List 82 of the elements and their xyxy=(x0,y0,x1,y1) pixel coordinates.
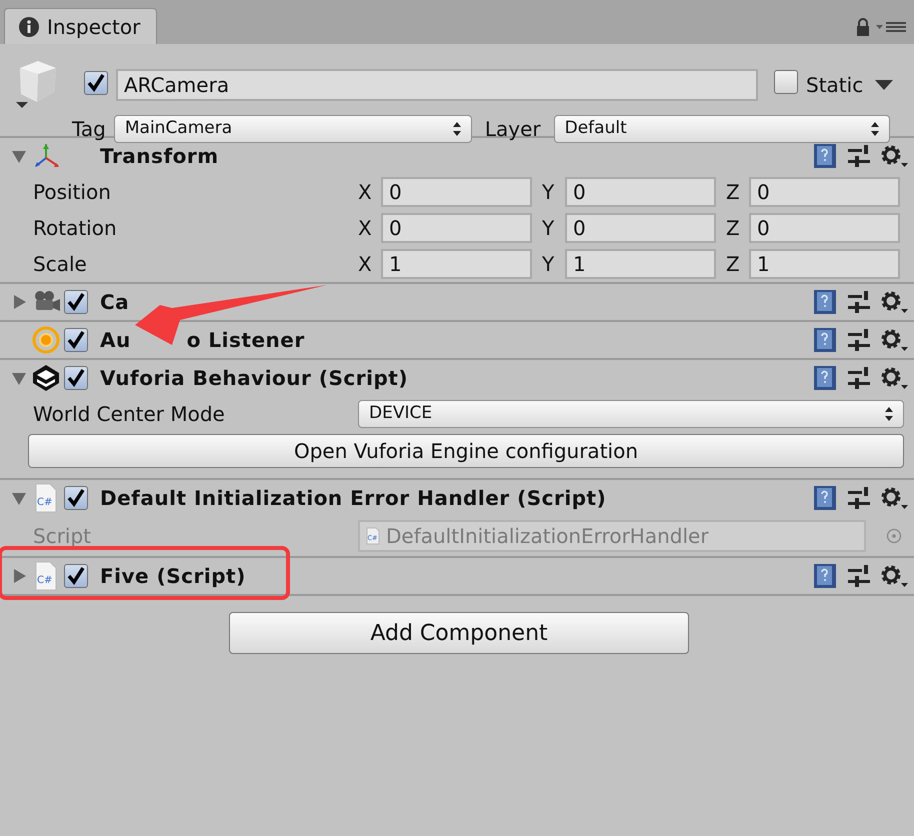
field-label: Scale xyxy=(33,251,88,278)
settings-icon[interactable] xyxy=(880,328,908,352)
checkbox[interactable] xyxy=(64,328,88,352)
collapsed-arrow-icon[interactable] xyxy=(12,569,26,583)
sliders-icon[interactable] xyxy=(848,367,870,389)
tag-dropdown[interactable]: MainCamera xyxy=(114,115,472,143)
number-field[interactable]: 0 xyxy=(381,213,532,243)
add-component-button[interactable]: Add Component xyxy=(229,612,689,654)
mode-dropdown[interactable]: DEVICE xyxy=(358,400,904,428)
component-title[interactable]: Five (Script) xyxy=(100,561,246,591)
help-book-icon[interactable] xyxy=(812,289,838,315)
vuforia-logo-icon xyxy=(32,364,60,392)
component-title[interactable]: Default Initialization Error Handler (Script) xyxy=(100,483,606,513)
sliders-icon[interactable] xyxy=(848,291,870,313)
number-field[interactable]: 0 xyxy=(565,177,716,207)
component-title[interactable]: o Listener xyxy=(186,325,305,355)
field-label: Script xyxy=(33,523,92,550)
help-book-icon[interactable] xyxy=(812,327,838,353)
help-book-icon[interactable] xyxy=(812,365,838,391)
expanded-arrow-icon[interactable] xyxy=(12,491,26,505)
field-label: Position xyxy=(33,179,112,206)
script-file-icon: C# xyxy=(34,483,58,513)
component-title[interactable]: Au xyxy=(100,325,131,355)
number-field[interactable]: 1 xyxy=(381,249,532,279)
component-title[interactable]: Ca xyxy=(100,287,130,317)
dropdown-arrows-icon xyxy=(870,122,879,136)
component-title[interactable]: Transform xyxy=(100,141,219,171)
axes-icon xyxy=(32,142,60,170)
expanded-arrow-icon[interactable] xyxy=(12,371,26,385)
axis-label: X xyxy=(358,251,373,278)
checkbox[interactable] xyxy=(64,366,88,390)
name-field[interactable]: ARCamera xyxy=(116,69,758,101)
tag-label: Tag xyxy=(72,116,106,143)
axis-label: Z xyxy=(726,179,741,206)
help-book-icon[interactable] xyxy=(812,485,838,511)
field-label: Rotation xyxy=(33,215,118,242)
checkbox[interactable] xyxy=(84,70,108,94)
field-label: World Center Mode xyxy=(33,401,226,428)
checkbox[interactable] xyxy=(774,70,798,94)
dropdown-caret-icon[interactable] xyxy=(875,80,894,90)
axis-label: Y xyxy=(542,215,556,242)
inspector-tab[interactable]: Inspector xyxy=(4,8,158,44)
sliders-icon[interactable] xyxy=(848,487,870,509)
settings-icon[interactable] xyxy=(880,144,908,168)
help-book-icon[interactable] xyxy=(812,143,838,169)
axis-label: X xyxy=(358,215,373,242)
settings-icon[interactable] xyxy=(880,366,908,390)
checkbox[interactable] xyxy=(64,564,88,588)
axis-label: Y xyxy=(542,179,556,206)
settings-icon[interactable] xyxy=(880,290,908,314)
dropdown-arrows-icon xyxy=(885,407,893,421)
axis-label: X xyxy=(358,179,373,206)
axis-label: Y xyxy=(542,251,556,278)
script-file-icon: C# xyxy=(34,561,58,591)
info-icon xyxy=(19,16,39,36)
settings-icon[interactable] xyxy=(880,564,908,588)
number-field[interactable]: 1 xyxy=(565,249,716,279)
checkbox[interactable] xyxy=(64,290,88,314)
sliders-icon[interactable] xyxy=(848,565,870,587)
menu-icon[interactable] xyxy=(876,21,906,33)
component-title[interactable]: Vuforia Behaviour (Script) xyxy=(100,363,408,393)
number-field[interactable]: 0 xyxy=(749,213,900,243)
help-book-icon[interactable] xyxy=(812,563,838,589)
expanded-arrow-icon[interactable] xyxy=(12,149,26,163)
number-field[interactable]: 1 xyxy=(749,249,900,279)
axis-label: Z xyxy=(726,251,741,278)
collapsed-arrow-icon[interactable] xyxy=(12,295,26,309)
number-field[interactable]: 0 xyxy=(565,213,716,243)
static-label: Static xyxy=(806,72,864,99)
axis-label: Z xyxy=(726,215,741,242)
audio-ring-icon xyxy=(32,326,60,354)
dropdown-arrows-icon xyxy=(452,122,461,136)
lock-icon[interactable] xyxy=(856,18,870,36)
number-field[interactable]: 0 xyxy=(749,177,900,207)
settings-icon[interactable] xyxy=(880,486,908,510)
sliders-icon[interactable] xyxy=(848,145,870,167)
config-button[interactable]: Open Vuforia Engine configuration xyxy=(28,434,904,468)
sliders-icon[interactable] xyxy=(848,329,870,351)
layer-dropdown[interactable]: Default xyxy=(554,115,890,143)
number-field[interactable]: 0 xyxy=(381,177,532,207)
layer-label: Layer xyxy=(484,116,541,143)
checkbox[interactable] xyxy=(64,486,88,510)
